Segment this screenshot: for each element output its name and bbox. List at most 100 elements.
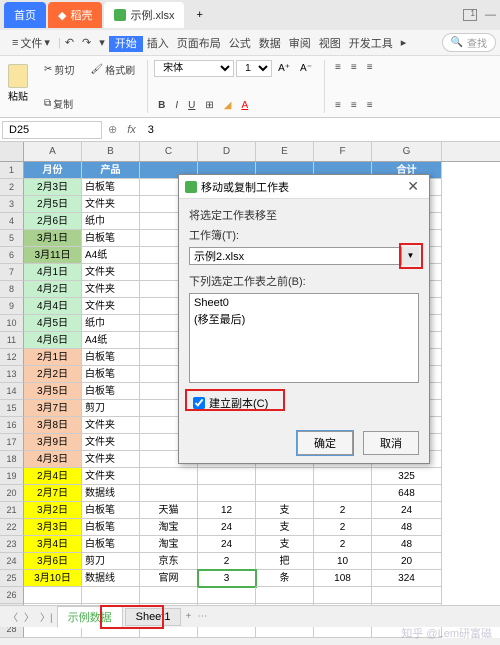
cell[interactable]: 2月4日 [24, 468, 82, 485]
cell[interactable]: 3月2日 [24, 502, 82, 519]
cell[interactable]: 白板笔 [82, 383, 140, 400]
cell[interactable]: 白板笔 [82, 349, 140, 366]
cell[interactable] [314, 485, 372, 502]
cell[interactable]: 24 [198, 519, 256, 536]
font-family-select[interactable]: 宋体 [154, 60, 234, 77]
name-box[interactable] [2, 121, 102, 139]
row-header[interactable]: 6 [0, 247, 24, 264]
border-button[interactable]: ⊞ [201, 98, 217, 113]
workbook-combo-input[interactable] [189, 247, 419, 265]
ok-button[interactable]: 确定 [297, 431, 353, 455]
cell[interactable]: A4纸 [82, 332, 140, 349]
cell[interactable]: 白板笔 [82, 502, 140, 519]
cell[interactable]: 2 [198, 553, 256, 570]
row-header[interactable]: 20 [0, 485, 24, 502]
cell[interactable] [372, 587, 442, 604]
cell[interactable] [256, 485, 314, 502]
cell[interactable]: 20 [372, 553, 442, 570]
menu-overflow[interactable]: ▸ [397, 36, 411, 49]
menu-item-5[interactable]: 审阅 [285, 38, 315, 50]
cell[interactable]: 4月5日 [24, 315, 82, 332]
cell[interactable]: 文件夹 [82, 417, 140, 434]
row-header[interactable]: 19 [0, 468, 24, 485]
align-right-icon[interactable]: ≡ [363, 98, 377, 113]
sheet-more-icon[interactable]: ⋯ [195, 611, 209, 622]
cell[interactable] [140, 485, 198, 502]
tab-daoke[interactable]: ◆稻壳 [48, 2, 102, 28]
sheet-nav-next-icon[interactable]: 〉 [22, 609, 36, 624]
cell-header[interactable]: 产品 [82, 162, 140, 179]
menu-item-3[interactable]: 公式 [225, 38, 255, 50]
undo-icon[interactable]: ↶ [61, 36, 78, 49]
cell[interactable]: 白板笔 [82, 179, 140, 196]
sheet-nav-last-icon[interactable]: 〉| [38, 609, 55, 624]
cell[interactable] [198, 587, 256, 604]
column-header[interactable]: C [140, 142, 198, 161]
row-header[interactable]: 25 [0, 570, 24, 587]
cell[interactable]: 纸巾 [82, 315, 140, 332]
formula-input[interactable]: 3 [142, 122, 500, 138]
cell[interactable]: 2月7日 [24, 485, 82, 502]
cell[interactable]: 淘宝 [140, 519, 198, 536]
cell[interactable]: 2月3日 [24, 179, 82, 196]
cell[interactable] [256, 587, 314, 604]
column-header[interactable]: F [314, 142, 372, 161]
cell[interactable] [140, 468, 198, 485]
align-middle-icon[interactable]: ≡ [347, 60, 361, 75]
cell[interactable]: 官网 [140, 570, 198, 587]
create-copy-checkbox-row[interactable]: 建立副本(C) [189, 391, 419, 415]
cell[interactable] [314, 468, 372, 485]
sheet-list[interactable]: Sheet0 (移至最后) [189, 293, 419, 383]
cell[interactable]: 白板笔 [82, 230, 140, 247]
combo-dropdown-arrow-icon[interactable]: ▼ [401, 247, 419, 265]
cell[interactable]: 纸巾 [82, 213, 140, 230]
cell[interactable]: 24 [198, 536, 256, 553]
row-header[interactable]: 11 [0, 332, 24, 349]
cell[interactable] [82, 587, 140, 604]
paste-button[interactable]: 粘贴 [4, 60, 32, 107]
cell[interactable] [140, 587, 198, 604]
create-copy-checkbox[interactable] [193, 397, 205, 409]
menu-item-6[interactable]: 视图 [315, 38, 345, 50]
row-header[interactable]: 26 [0, 587, 24, 604]
menu-item-2[interactable]: 页面布局 [173, 38, 225, 50]
cell[interactable]: 3月3日 [24, 519, 82, 536]
menu-item-7[interactable]: 开发工具 [345, 38, 397, 50]
cell[interactable] [198, 468, 256, 485]
cell[interactable]: 3月6日 [24, 553, 82, 570]
minimize-icon[interactable]: — [485, 9, 496, 21]
cell[interactable]: 2 [314, 502, 372, 519]
cell[interactable]: 3月10日 [24, 570, 82, 587]
menu-more[interactable]: ▾ [95, 36, 109, 49]
cell[interactable]: 2月5日 [24, 196, 82, 213]
list-item[interactable]: Sheet0 [194, 296, 414, 310]
cell[interactable] [198, 485, 256, 502]
cut-button[interactable]: ✂ 剪切 [40, 60, 78, 79]
bold-button[interactable]: B [154, 98, 169, 113]
row-header[interactable]: 14 [0, 383, 24, 400]
cell[interactable]: 2月1日 [24, 349, 82, 366]
cell[interactable]: 3月9日 [24, 434, 82, 451]
cell-header[interactable]: 月份 [24, 162, 82, 179]
row-header[interactable]: 4 [0, 213, 24, 230]
cell[interactable]: 4月6日 [24, 332, 82, 349]
cell[interactable]: 3月7日 [24, 400, 82, 417]
row-header[interactable]: 9 [0, 298, 24, 315]
cell[interactable]: 108 [314, 570, 372, 587]
cell[interactable]: 10 [314, 553, 372, 570]
font-color-button[interactable]: A [237, 98, 252, 113]
cell[interactable] [256, 468, 314, 485]
sheet-tab[interactable]: Sheet1 [125, 608, 182, 626]
align-bottom-icon[interactable]: ≡ [363, 60, 377, 75]
tab-new[interactable]: + [186, 2, 212, 28]
column-header[interactable]: A [24, 142, 82, 161]
cell[interactable]: 白板笔 [82, 366, 140, 383]
column-header[interactable]: G [372, 142, 442, 161]
menu-item-4[interactable]: 数据 [255, 38, 285, 50]
cell[interactable]: 324 [372, 570, 442, 587]
cell[interactable]: 支 [256, 502, 314, 519]
row-header[interactable]: 2 [0, 179, 24, 196]
row-header[interactable]: 3 [0, 196, 24, 213]
cell[interactable]: 3月5日 [24, 383, 82, 400]
tab-current-file[interactable]: 示例.xlsx [104, 2, 184, 28]
